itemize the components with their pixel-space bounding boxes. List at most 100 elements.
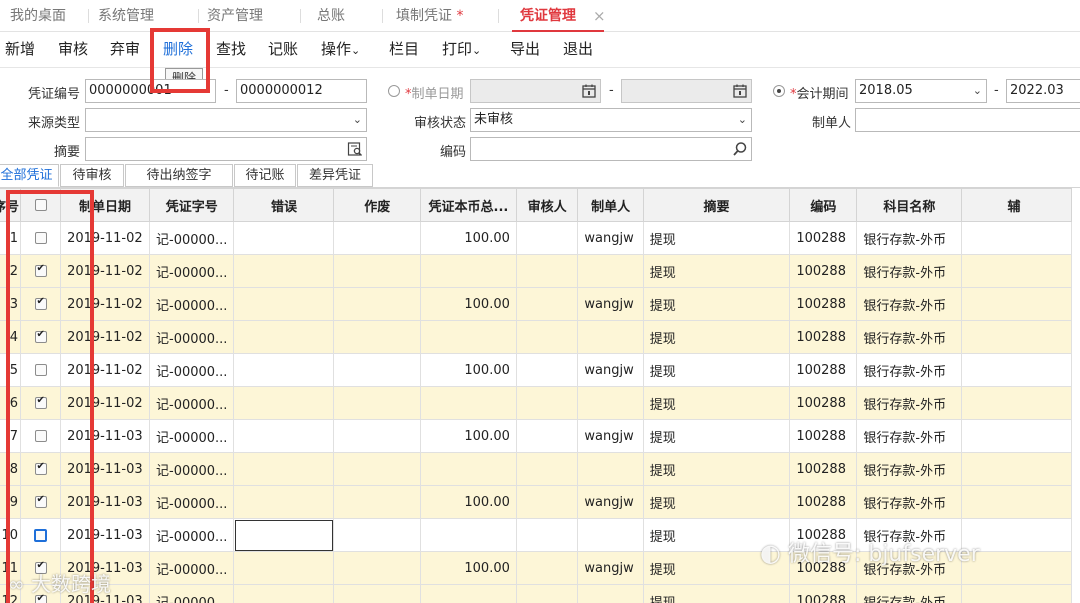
audit-button[interactable]: 审核	[58, 32, 88, 66]
auditor-cell[interactable]	[515, 419, 579, 453]
maker-cell[interactable]	[577, 584, 644, 603]
audit-status-select[interactable]: 未审核 ⌄	[470, 108, 752, 132]
aux-cell[interactable]	[961, 287, 1072, 321]
voucher-no-cell[interactable]: 记-00000...	[148, 386, 235, 420]
auditor-cell[interactable]	[515, 518, 579, 552]
subject-cell[interactable]: 银行存款-外币	[856, 254, 963, 288]
tab-general-ledger[interactable]: 总账	[317, 0, 345, 32]
total-cell[interactable]	[420, 254, 517, 288]
void-cell[interactable]	[333, 386, 422, 420]
period-to-select[interactable]: 2022.03	[1006, 79, 1080, 103]
voucher-no-to-field[interactable]: 0000000012	[236, 79, 367, 103]
subject-cell[interactable]: 银行存款-外币	[856, 353, 963, 387]
total-cell[interactable]: 100.00	[420, 551, 517, 585]
voucher-no-cell[interactable]: 记-00000...	[148, 551, 235, 585]
maker-cell[interactable]	[577, 320, 644, 354]
maker-cell[interactable]	[577, 452, 644, 486]
summary-cell[interactable]: 提现	[642, 221, 791, 255]
void-cell[interactable]	[333, 254, 422, 288]
subject-cell[interactable]: 银行存款-外币	[856, 452, 963, 486]
code-cell[interactable]: 100288	[789, 419, 858, 453]
col-header-void[interactable]: 作废	[333, 188, 422, 222]
error-cell[interactable]	[233, 584, 335, 603]
subtab-pending-audit[interactable]: 待审核	[60, 164, 124, 187]
voucher-no-cell[interactable]: 记-00000...	[148, 287, 235, 321]
void-cell[interactable]	[333, 419, 422, 453]
error-cell[interactable]	[233, 452, 335, 486]
subject-cell[interactable]: 银行存款-外币	[856, 287, 963, 321]
error-cell[interactable]	[233, 485, 335, 519]
auditor-cell[interactable]	[515, 320, 579, 354]
table-row[interactable]: 22019-11-02记-00000...提现100288银行存款-外币	[0, 254, 1072, 288]
void-cell[interactable]	[333, 551, 422, 585]
make-date-radio[interactable]	[388, 85, 400, 97]
total-cell[interactable]	[420, 320, 517, 354]
code-cell[interactable]: 100288	[789, 254, 858, 288]
table-row[interactable]: 5 2019-11-02 记-00000... 100.00 wangjw 提现 10028…	[0, 353, 1072, 387]
col-header-aux[interactable]: 辅	[961, 188, 1072, 222]
total-cell[interactable]: 100.00	[420, 353, 517, 387]
code-cell[interactable]: 100288	[789, 485, 858, 519]
tab-asset-management[interactable]: 资产管理	[207, 0, 263, 32]
auditor-cell[interactable]	[515, 386, 579, 420]
void-cell[interactable]	[333, 584, 422, 603]
calendar-icon[interactable]	[732, 83, 748, 99]
subject-cell[interactable]: 银行存款-外币	[856, 485, 963, 519]
total-cell[interactable]	[420, 518, 517, 552]
export-button[interactable]: 导出	[510, 32, 540, 66]
voucher-no-cell[interactable]: 记-00000...	[148, 221, 235, 255]
subject-cell[interactable]: 银行存款-外币	[856, 221, 963, 255]
void-cell[interactable]	[333, 353, 422, 387]
error-cell-editor[interactable]	[235, 519, 333, 551]
maker-cell[interactable]: wangjw	[577, 221, 644, 255]
subject-cell[interactable]: 银行存款-外币	[856, 584, 963, 603]
table-row[interactable]: 7 2019-11-03 记-00000... 100.00 wangjw 提现 10028…	[0, 419, 1072, 453]
total-cell[interactable]: 100.00	[420, 221, 517, 255]
total-cell[interactable]: 100.00	[420, 485, 517, 519]
total-cell[interactable]: 100.00	[420, 287, 517, 321]
maker-cell[interactable]	[577, 254, 644, 288]
error-cell[interactable]	[233, 551, 335, 585]
col-header-maker[interactable]: 制单人	[577, 188, 644, 222]
summary-cell[interactable]: 提现	[642, 320, 791, 354]
search-icon[interactable]	[732, 141, 748, 157]
auditor-cell[interactable]	[515, 221, 579, 255]
tab-my-desktop[interactable]: 我的桌面	[10, 0, 66, 32]
subtab-diff-vouchers[interactable]: 差异凭证	[297, 164, 373, 187]
code-cell[interactable]: 100288	[789, 221, 858, 255]
void-cell[interactable]	[333, 320, 422, 354]
col-header-voucher-no[interactable]: 凭证字号	[148, 188, 235, 222]
table-row[interactable]: 32019-11-02记-00000...100.00wangjw提现10028…	[0, 287, 1072, 321]
make-date-from-field[interactable]	[470, 79, 601, 103]
voucher-no-cell[interactable]: 记-00000...	[148, 485, 235, 519]
table-row[interactable]: 122019-11-03记-00000...提现100288银行存款-外币	[0, 584, 1072, 603]
error-cell[interactable]	[233, 419, 335, 453]
code-cell[interactable]: 100288	[789, 287, 858, 321]
total-cell[interactable]: 100.00	[420, 419, 517, 453]
code-cell[interactable]: 100288	[789, 320, 858, 354]
summary-cell[interactable]: 提现	[642, 353, 791, 387]
auditor-cell[interactable]	[515, 551, 579, 585]
code-cell[interactable]: 100288	[789, 353, 858, 387]
table-row[interactable]: 42019-11-02记-00000...提现100288银行存款-外币	[0, 320, 1072, 354]
table-row[interactable]: 1 2019-11-02 记-00000... 100.00 wangjw 提现 10028…	[0, 221, 1072, 255]
error-cell[interactable]	[233, 353, 335, 387]
tab-fill-voucher[interactable]: 填制凭证 *	[396, 0, 463, 32]
error-cell[interactable]	[233, 386, 335, 420]
aux-cell[interactable]	[961, 254, 1072, 288]
table-row[interactable]: 62019-11-02记-00000...提现100288银行存款-外币	[0, 386, 1072, 420]
aux-cell[interactable]	[961, 221, 1072, 255]
calendar-icon[interactable]	[581, 83, 597, 99]
maker-field[interactable]	[855, 108, 1080, 132]
voucher-no-cell[interactable]: 记-00000...	[148, 419, 235, 453]
maker-cell[interactable]: wangjw	[577, 485, 644, 519]
total-cell[interactable]	[420, 584, 517, 603]
error-cell[interactable]	[233, 320, 335, 354]
code-cell[interactable]: 100288	[789, 584, 858, 603]
summary-cell[interactable]: 提现	[642, 386, 791, 420]
aux-cell[interactable]	[961, 353, 1072, 387]
total-cell[interactable]	[420, 386, 517, 420]
void-cell[interactable]	[333, 452, 422, 486]
make-date-to-field[interactable]	[621, 79, 752, 103]
code-cell[interactable]: 100288	[789, 386, 858, 420]
